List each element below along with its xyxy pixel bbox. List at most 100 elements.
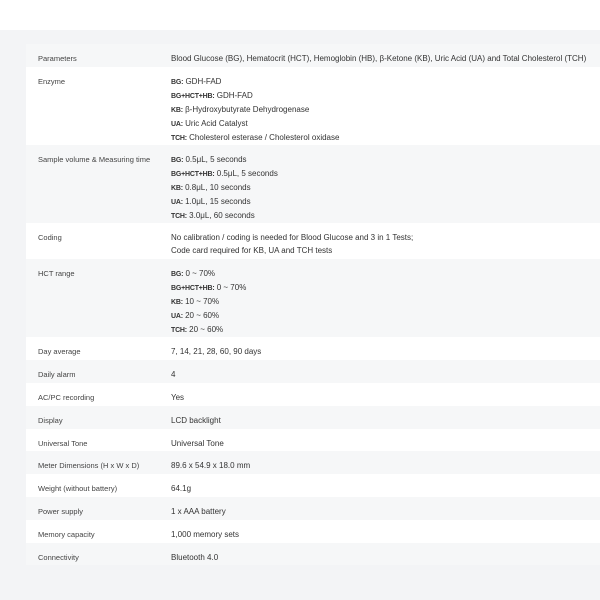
spec-value-key: BG: (171, 271, 184, 278)
spec-label: Day average (26, 337, 171, 360)
spec-value-text: 0.5μL, 5 seconds (183, 155, 247, 164)
spec-value-line: TCH: 3.0μL, 60 seconds (171, 209, 592, 223)
spec-value-key: BG+HCT+HB: (171, 171, 215, 178)
spec-value-key: TCH: (171, 213, 187, 220)
spec-value-text: 0 ~ 70% (214, 283, 247, 292)
spec-value-line: Code card required for KB, UA and TCH te… (171, 244, 592, 257)
spec-value-line: No calibration / coding is needed for Bl… (171, 231, 592, 244)
spec-label: Power supply (26, 497, 171, 520)
spec-value-line: UA: 1.0μL, 15 seconds (171, 195, 592, 209)
spec-value-text: Bluetooth 4.0 (171, 553, 219, 562)
spec-value-text: 0.5μL, 5 seconds (214, 169, 278, 178)
spec-value-line: UA: Uric Acid Catalyst (171, 117, 592, 131)
spec-value-key: UA: (171, 199, 183, 206)
page-top-band (0, 0, 600, 30)
spec-value-text: Uric Acid Catalyst (182, 119, 248, 128)
spec-value-line: 64.1g (171, 482, 592, 495)
spec-card: Parameters Blood Glucose (BG), Hematocrit… (26, 44, 600, 565)
spec-value-line: Yes (171, 391, 592, 404)
spec-row: Enzyme BG: GDH-FAD BG+HCT+HB: GDH-FAD KB: β… (26, 67, 600, 145)
spec-label: Universal Tone (26, 429, 171, 451)
spec-label: Enzyme (26, 67, 171, 145)
spec-label: Display (26, 406, 171, 429)
spec-value: LCD backlight (171, 406, 600, 429)
spec-value-line: 89.6 x 54.9 x 18.0 mm (171, 459, 592, 472)
spec-value-line: TCH: Cholesterol esterase / Cholesterol … (171, 131, 592, 145)
spec-value-line: Bluetooth 4.0 (171, 551, 592, 564)
spec-row: AC/PC recording Yes (26, 383, 600, 406)
spec-row: Daily alarm 4 (26, 360, 600, 383)
spec-value-text: 20 ~ 60% (182, 311, 220, 320)
spec-value-text: LCD backlight (171, 416, 221, 425)
spec-value-line: 1,000 memory sets (171, 528, 592, 541)
spec-value-key: BG: (171, 157, 184, 164)
spec-row: Power supply 1 x AAA battery (26, 497, 600, 520)
spec-value-text: 0 ~ 70% (183, 269, 216, 278)
spec-value: 7, 14, 21, 28, 60, 90 days (171, 337, 600, 360)
spec-value: BG: 0 ~ 70% BG+HCT+HB: 0 ~ 70% KB: 10 ~ 70… (171, 259, 600, 337)
spec-row: Universal Tone Universal Tone (26, 429, 600, 451)
spec-value: BG: 0.5μL, 5 seconds BG+HCT+HB: 0.5μL, 5 … (171, 145, 600, 223)
spec-value-key: UA: (171, 313, 183, 320)
spec-value-line: KB: 0.8μL, 10 seconds (171, 181, 592, 195)
spec-value: BG: GDH-FAD BG+HCT+HB: GDH-FAD KB: β-Hydro… (171, 67, 600, 145)
spec-table-body: Parameters Blood Glucose (BG), Hematocrit… (26, 44, 600, 565)
spec-value-text: 3.0μL, 60 seconds (186, 211, 255, 220)
spec-value-text: 64.1g (171, 484, 192, 493)
spec-row: Weight (without battery) 64.1g (26, 474, 600, 497)
spec-value-line: KB: 10 ~ 70% (171, 295, 592, 309)
spec-value-text: GDH-FAD (183, 77, 222, 86)
spec-value-line: Blood Glucose (BG), Hematocrit (HCT), He… (171, 52, 592, 65)
spec-value-key: BG+HCT+HB: (171, 285, 215, 292)
spec-value-text: Yes (171, 393, 185, 402)
spec-value-text: 1 x AAA battery (171, 507, 226, 516)
spec-value-line: BG: GDH-FAD (171, 75, 592, 89)
spec-row: Day average 7, 14, 21, 28, 60, 90 days (26, 337, 600, 360)
spec-value: Yes (171, 383, 600, 406)
spec-value-text: 10 ~ 70% (182, 297, 220, 306)
spec-row: Connectivity Bluetooth 4.0 (26, 543, 600, 565)
spec-label: HCT range (26, 259, 171, 337)
spec-label: AC/PC recording (26, 383, 171, 406)
spec-value: 64.1g (171, 474, 600, 497)
spec-row: Sample volume & Measuring time BG: 0.5μL,… (26, 145, 600, 223)
spec-label: Coding (26, 223, 171, 259)
spec-value-text: β-Hydroxybutyrate Dehydrogenase (182, 105, 310, 114)
spec-value-line: BG+HCT+HB: 0.5μL, 5 seconds (171, 167, 592, 181)
spec-value-key: BG+HCT+HB: (171, 93, 215, 100)
spec-value-line: BG+HCT+HB: GDH-FAD (171, 89, 592, 103)
spec-value-text: Code card required for KB, UA and TCH te… (171, 246, 333, 255)
spec-value: 89.6 x 54.9 x 18.0 mm (171, 451, 600, 474)
spec-value: Blood Glucose (BG), Hematocrit (HCT), He… (171, 44, 600, 67)
spec-value-key: UA: (171, 121, 183, 128)
spec-value-text: Blood Glucose (BG), Hematocrit (HCT), He… (171, 54, 587, 63)
spec-value-line: BG: 0 ~ 70% (171, 267, 592, 281)
spec-value-line: 4 (171, 368, 592, 381)
spec-label: Memory capacity (26, 520, 171, 543)
spec-value-line: BG: 0.5μL, 5 seconds (171, 153, 592, 167)
spec-value-text: 20 ~ 60% (186, 325, 224, 334)
spec-value-text: 7, 14, 21, 28, 60, 90 days (171, 347, 262, 356)
spec-value-line: Universal Tone (171, 437, 592, 450)
spec-value-text: 1.0μL, 15 seconds (182, 197, 251, 206)
spec-value-line: LCD backlight (171, 414, 592, 427)
spec-table: Parameters Blood Glucose (BG), Hematocrit… (26, 44, 600, 565)
spec-value-text: Universal Tone (171, 439, 224, 448)
spec-label: Weight (without battery) (26, 474, 171, 497)
spec-value: 1 x AAA battery (171, 497, 600, 520)
spec-value-text: 1,000 memory sets (171, 530, 240, 539)
spec-label: Meter Dimensions (H x W x D) (26, 451, 171, 474)
spec-row: Coding No calibration / coding is needed … (26, 223, 600, 259)
spec-value-key: TCH: (171, 135, 187, 142)
spec-value-line: BG+HCT+HB: 0 ~ 70% (171, 281, 592, 295)
spec-row: Display LCD backlight (26, 406, 600, 429)
spec-row: Parameters Blood Glucose (BG), Hematocrit… (26, 44, 600, 67)
spec-value-text: 89.6 x 54.9 x 18.0 mm (171, 461, 251, 470)
spec-value-text: GDH-FAD (214, 91, 253, 100)
spec-value-key: KB: (171, 299, 183, 306)
spec-value-line: 7, 14, 21, 28, 60, 90 days (171, 345, 592, 358)
spec-value-text: Cholesterol esterase / Cholesterol oxida… (186, 133, 340, 142)
spec-value-key: TCH: (171, 327, 187, 334)
spec-row: HCT range BG: 0 ~ 70% BG+HCT+HB: 0 ~ 70% KB… (26, 259, 600, 337)
spec-value-text: 0.8μL, 10 seconds (182, 183, 251, 192)
